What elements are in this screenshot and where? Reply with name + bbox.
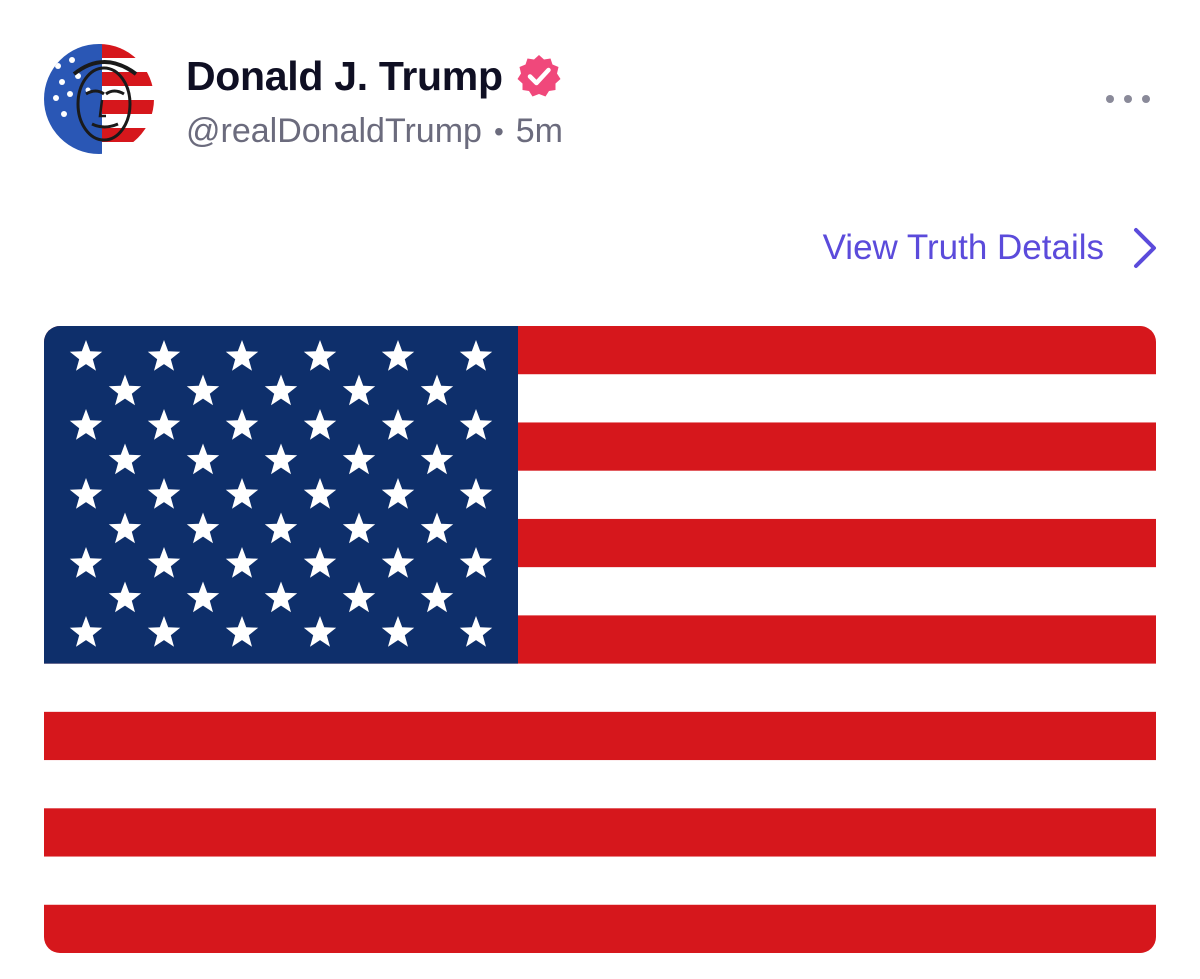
- author-handle[interactable]: @realDonaldTrump: [186, 112, 482, 151]
- flag-red-stripe: [44, 808, 1156, 857]
- flag-red-stripe: [44, 711, 1156, 761]
- avatar[interactable]: [44, 44, 154, 154]
- ellipsis-icon[interactable]: [1106, 84, 1150, 114]
- verified-badge-icon: [517, 55, 561, 97]
- chevron-right-icon: [1134, 228, 1156, 268]
- display-name[interactable]: Donald J. Trump: [186, 53, 503, 100]
- author-name-row: Donald J. Trump: [186, 52, 563, 100]
- flag-red-stripe: [44, 904, 1156, 953]
- post-meta: @realDonaldTrump • 5m: [186, 112, 563, 151]
- view-details-label: View Truth Details: [822, 228, 1104, 267]
- post-image[interactable]: [44, 326, 1156, 953]
- meta-separator: •: [493, 115, 504, 147]
- post-timestamp[interactable]: 5m: [516, 112, 563, 151]
- truth-post: Donald J. Trump @realDonaldTrump • 5m Vi…: [0, 0, 1200, 979]
- us-flag-image: [44, 326, 1156, 953]
- view-truth-details-link[interactable]: View Truth Details: [823, 226, 1158, 270]
